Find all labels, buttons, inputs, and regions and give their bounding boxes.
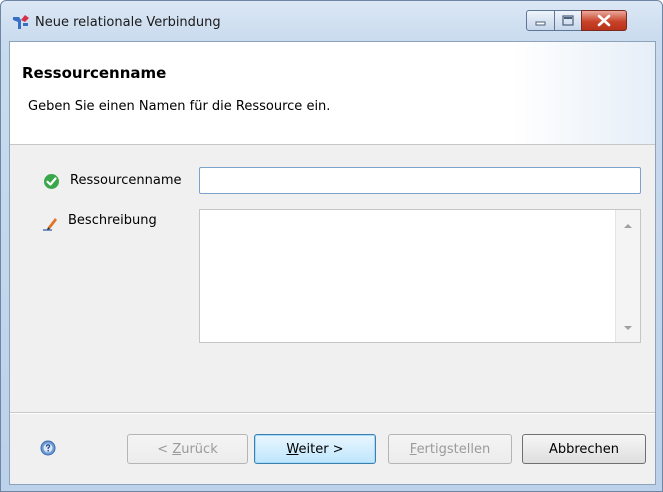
- cancel-button[interactable]: Abbrechen: [522, 434, 646, 464]
- maximize-icon: [562, 15, 574, 26]
- description-label: Beschreibung: [68, 213, 157, 228]
- back-label: urück: [181, 442, 218, 457]
- next-label: eiter >: [298, 442, 344, 457]
- description-field: [199, 209, 641, 343]
- resource-name-input[interactable]: [199, 167, 641, 194]
- back-prefix: <: [157, 442, 173, 457]
- description-textarea[interactable]: [200, 210, 615, 342]
- page-title: Ressourcenname: [22, 64, 167, 82]
- minimize-button[interactable]: [526, 10, 555, 31]
- dialog-client-area: Ressourcenname Geben Sie einen Namen für…: [9, 41, 656, 485]
- back-mnemonic: Z: [172, 442, 182, 457]
- scroll-down-icon[interactable]: [624, 326, 632, 330]
- back-button[interactable]: < Zurück: [127, 434, 248, 464]
- wizard-banner: Ressourcenname Geben Sie einen Namen für…: [10, 42, 655, 145]
- footer-separator: [10, 412, 655, 414]
- scroll-up-icon[interactable]: [624, 224, 632, 228]
- title-bar[interactable]: Neue relationale Verbindung: [1, 1, 662, 41]
- check-icon: [44, 174, 59, 189]
- name-label: Ressourcenname: [70, 173, 182, 188]
- next-mnemonic: W: [286, 442, 299, 457]
- minimize-icon: [535, 21, 546, 26]
- close-button[interactable]: [581, 10, 627, 31]
- vertical-scrollbar[interactable]: [615, 210, 640, 342]
- finish-mnemonic: F: [409, 442, 417, 457]
- finish-button[interactable]: Fertigstellen: [388, 434, 512, 464]
- next-button[interactable]: Weiter >: [254, 434, 376, 464]
- dialog-window: Neue relationale Verbindung Ressourcenna…: [0, 0, 663, 492]
- maximize-button[interactable]: [554, 10, 582, 31]
- pencil-icon: [43, 218, 57, 231]
- close-icon: [597, 14, 611, 27]
- help-icon[interactable]: [40, 440, 56, 456]
- finish-label: ertigstellen: [416, 442, 491, 457]
- app-icon: [13, 15, 29, 29]
- page-description: Geben Sie einen Namen für die Ressource …: [28, 99, 331, 114]
- window-title: Neue relationale Verbindung: [35, 15, 221, 30]
